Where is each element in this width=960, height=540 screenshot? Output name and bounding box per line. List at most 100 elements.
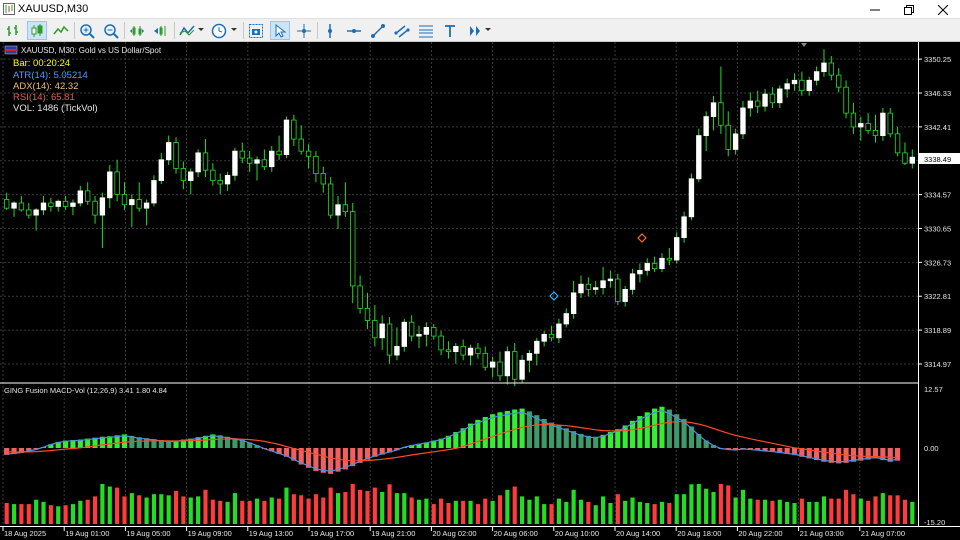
volume-bar [218,500,223,524]
volume-bar [910,501,915,524]
volume-bar [873,496,878,524]
bull-candle [453,346,459,353]
bear-candle [18,202,25,211]
zoom-in-icon [80,23,95,39]
bear-candle [718,102,724,126]
bear-candle [313,155,319,175]
line-chart-button[interactable] [51,21,71,40]
volume-bar [26,504,31,524]
bar-chart-button[interactable] [3,21,23,40]
timeframes-dropdown-arrow[interactable] [231,28,237,31]
volume-bar [726,485,731,524]
volume-bar [586,501,591,524]
minimize-button[interactable] [858,0,892,19]
bear-candle [585,283,592,290]
screenshot-button[interactable] [246,21,266,40]
bear-candle [651,263,658,270]
bear-candle [843,86,849,114]
chart-shift-icon [130,25,144,36]
bear-candle [755,100,761,107]
horizontal-line-button[interactable] [344,21,364,40]
bull-candle [622,289,628,302]
time-label: 20 Aug 18:00 [677,529,721,538]
volume-bar [365,490,370,524]
price-label: 3318.89 [924,326,951,335]
bear-candle [136,199,142,209]
bear-candle [3,199,10,209]
time-label: 18 Aug 2025 [4,529,46,538]
bear-candle [92,200,98,216]
volume-bar [291,494,296,524]
zoom-in-button[interactable] [77,21,97,40]
time-label: 19 Aug 21:00 [371,529,415,538]
bear-candle [357,285,363,309]
bull-candle [710,102,717,117]
text-icon [445,24,455,37]
volume-bar [137,495,142,524]
volume-bar [468,500,473,524]
volume-bar [762,499,768,524]
arrows-dropdown-arrow[interactable] [485,28,491,31]
bear-candle [850,112,857,128]
bull-candle [526,352,533,361]
chart-shift-button[interactable] [127,21,147,40]
volume-bar [733,497,738,524]
close-button[interactable] [926,0,960,19]
bull-candle [703,116,709,136]
bull-candle [151,180,157,204]
volume-bar [483,498,488,524]
cursor-button[interactable] [270,21,290,40]
volume-bar [92,496,98,524]
bear-candle [62,200,69,207]
bull-candle [519,359,525,380]
volume-bar [63,505,68,524]
time-label: 21 Aug 03:00 [800,529,844,538]
bar-chart-icon [7,24,18,36]
volume-bar [888,495,893,524]
trendline-button[interactable] [368,21,388,40]
volume-bar [122,496,127,524]
candlestick-button[interactable] [27,21,47,40]
fibonacci-button[interactable] [416,21,436,40]
bull-candle [158,159,164,181]
channel-button[interactable] [392,21,412,40]
text-button[interactable] [440,21,460,40]
volume-bar [277,498,282,524]
autoscroll-button[interactable] [151,21,171,40]
zoom-out-icon [104,23,119,39]
volume-bar [358,489,363,524]
bear-candle [173,142,179,169]
bull-candle [563,313,569,325]
bear-candle [408,321,415,337]
rsi-value: RSI(14): 65.81 [13,92,75,103]
volume-bar [306,498,311,524]
volume-bar [681,494,687,524]
bull-candle [55,200,61,207]
zoom-out-button[interactable] [101,21,121,40]
volume-bar [335,493,341,524]
volume-bar [299,495,304,524]
symbol-header: XAUUSD, M30: Gold vs US Dollar/Spot [21,46,162,55]
volume-bar [475,504,480,524]
bear-candle [246,157,253,164]
crosshair-button[interactable] [294,21,314,40]
price-label: 3322.81 [924,292,951,301]
price-label: 3326.73 [924,258,951,267]
arrows-button[interactable] [464,21,484,40]
vertical-line-button[interactable] [320,21,340,40]
indicators-icon [179,25,195,36]
bull-candle [254,159,260,164]
trendline-icon [371,23,385,38]
restore-button[interactable] [892,0,926,19]
bull-candle [880,112,886,136]
volume-bar [674,494,679,524]
bear-candle [887,112,893,135]
price-chart[interactable]: XAUUSD, M30: Gold vs US Dollar/Spot Bar:… [0,42,960,540]
bull-candle [423,327,430,335]
indicators-dropdown-arrow[interactable] [198,28,204,31]
volume-bar [11,504,17,524]
indicators-button[interactable] [177,21,197,40]
bull-candle [637,269,643,275]
timeframes-button[interactable] [209,21,229,40]
bull-candle [541,333,547,342]
